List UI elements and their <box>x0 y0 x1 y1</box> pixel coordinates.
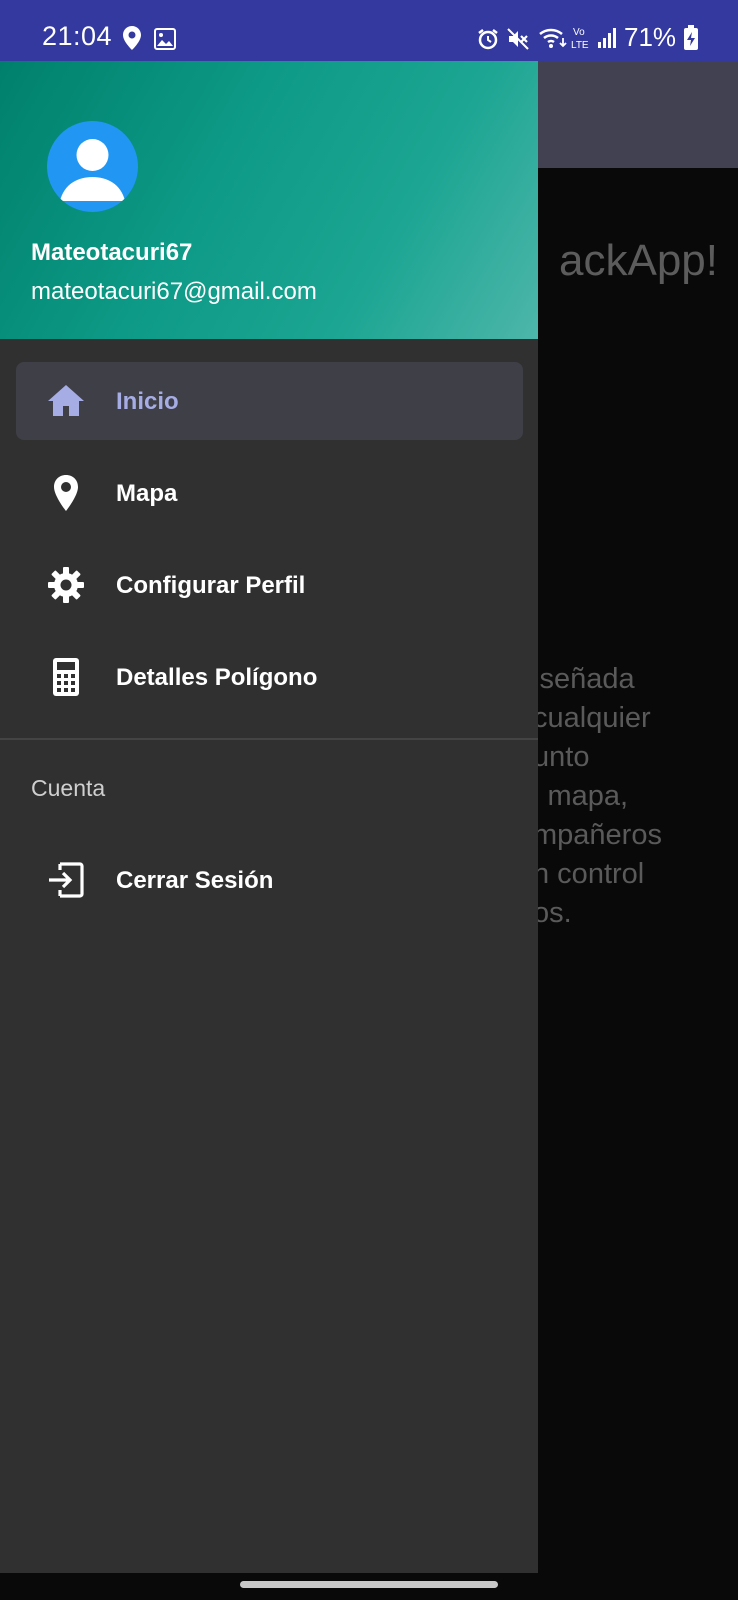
menu-item-label: Mapa <box>116 480 178 507</box>
background-description-line: os. <box>533 897 572 929</box>
background-description-line: unto <box>533 741 590 773</box>
location-icon <box>123 26 141 50</box>
menu-item-label: Cerrar Sesión <box>116 867 274 894</box>
home-icon <box>48 385 84 416</box>
section-title-cuenta: Cuenta <box>31 775 106 801</box>
menu-item-detalles-poligono[interactable]: Detalles Polígono <box>16 638 523 716</box>
battery-percent: 71% <box>624 22 677 52</box>
menu-item-label: Inicio <box>116 388 179 415</box>
menu-item-mapa[interactable]: Mapa <box>16 454 523 532</box>
background-description-line: n control <box>533 858 645 890</box>
user-name: Mateotacuri67 <box>31 239 193 266</box>
signal-icon <box>598 28 616 48</box>
calculator-icon <box>53 658 79 696</box>
menu-item-inicio[interactable]: Inicio <box>16 362 523 440</box>
drawer-header: Mateotacuri67 mateotacuri67@gmail.com <box>0 61 538 339</box>
user-email: mateotacuri67@gmail.com <box>31 278 317 305</box>
account-circle-icon <box>60 139 125 201</box>
wifi-icon <box>539 28 567 48</box>
background-description-line: cualquier <box>533 702 651 734</box>
navigation-drawer: Mateotacuri67 mateotacuri67@gmail.com In… <box>0 61 538 1573</box>
map-pin-icon <box>54 475 78 511</box>
status-time: 21:04 <box>42 21 113 51</box>
mute-icon <box>507 28 529 50</box>
home-handle[interactable] <box>240 1581 498 1588</box>
gesture-nav-bar <box>0 1573 738 1600</box>
gear-icon <box>48 567 84 603</box>
logout-icon <box>49 862 84 898</box>
alarm-icon <box>478 29 498 50</box>
svg-text:Vo: Vo <box>573 27 585 38</box>
volte-icon: Vo LTE <box>571 27 589 51</box>
background-description-line: l mapa, <box>533 780 629 812</box>
status-bar: 21:04 Vo LTE 71% <box>0 0 738 61</box>
background-description-line: iseñada <box>533 663 635 695</box>
menu-divider <box>0 738 538 740</box>
menu-item-configurar-perfil[interactable]: Configurar Perfil <box>16 546 523 624</box>
battery-icon <box>684 25 698 50</box>
avatar[interactable] <box>47 121 138 212</box>
menu-item-cerrar-sesion[interactable]: Cerrar Sesión <box>16 841 523 919</box>
background-description-line: mpañeros <box>533 819 662 851</box>
svg-text:LTE: LTE <box>571 40 589 51</box>
background-description: iseñada cualquier unto l mapa, mpañeros … <box>533 660 738 933</box>
menu-item-label: Configurar Perfil <box>116 572 306 599</box>
image-icon <box>154 28 176 50</box>
menu-item-label: Detalles Polígono <box>116 664 318 691</box>
